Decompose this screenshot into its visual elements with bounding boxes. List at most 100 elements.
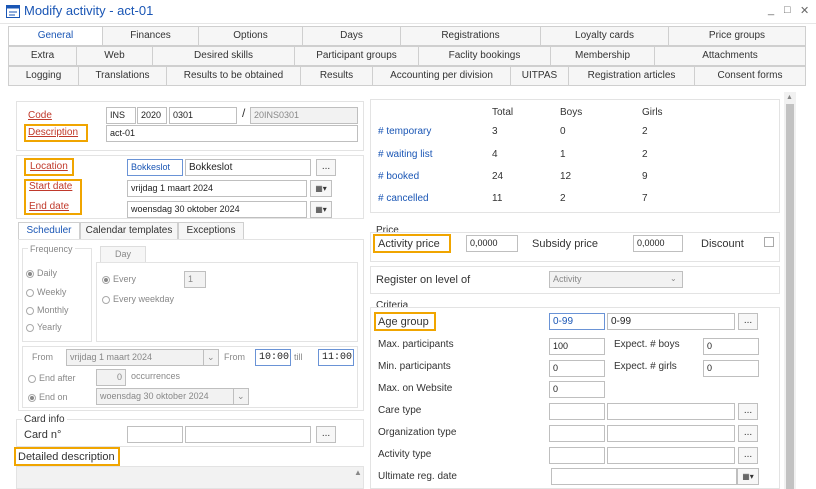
editor-scroll-up-icon[interactable]: ▲ [354, 468, 362, 477]
age-group-browse-button[interactable]: ... [738, 313, 758, 330]
tab-membership[interactable]: Membership [550, 46, 654, 66]
ultimate-reg-date-calendar-icon[interactable]: ▦▾ [737, 468, 759, 485]
tab-calendar-templates[interactable]: Calendar templates [80, 222, 178, 239]
expect-girls-input[interactable]: 0 [703, 360, 759, 377]
location-label: Location [30, 161, 68, 172]
age-group-name-input[interactable]: 0-99 [607, 313, 735, 330]
end-on-radio[interactable]: End on [28, 392, 68, 402]
start-date-input[interactable]: vrijdag 1 maart 2024 [127, 180, 307, 197]
range-from-date-input[interactable]: vrijdag 1 maart 2024 [66, 349, 204, 366]
tab-options[interactable]: Options [198, 26, 302, 46]
every-radio[interactable]: Every [102, 274, 136, 284]
stats-header-girls: Girls [642, 107, 663, 118]
tab-uitpas[interactable]: UITPAS [510, 66, 568, 86]
activity-type-label: Activity type [378, 449, 432, 460]
tab-row-3: Logging Translations Results to be obtai… [8, 66, 806, 86]
tab-extra[interactable]: Extra [8, 46, 76, 66]
end-on-date-input[interactable]: woensdag 30 oktober 2024 [96, 388, 234, 405]
close-button[interactable]: ✕ [800, 4, 809, 17]
end-on-dropdown-icon[interactable]: ⌄ [233, 388, 249, 405]
freq-monthly[interactable]: Monthly [26, 305, 69, 315]
tab-results[interactable]: Results [300, 66, 372, 86]
tab-translations[interactable]: Translations [78, 66, 166, 86]
subsidy-price-input[interactable]: 0,0000 [633, 235, 683, 252]
code-year-input[interactable]: 2020 [137, 107, 167, 124]
end-after-radio[interactable]: End after [28, 373, 76, 383]
tab-results-to-be-obtained[interactable]: Results to be obtained [166, 66, 300, 86]
stats-row-boys: 12 [560, 171, 572, 182]
organization-type-code-input[interactable] [549, 425, 605, 442]
tab-day[interactable]: Day [100, 246, 146, 262]
tab-consent-forms[interactable]: Consent forms [694, 66, 806, 86]
tab-finances[interactable]: Finances [102, 26, 198, 46]
min-participants-input[interactable]: 0 [549, 360, 605, 377]
activity-price-input[interactable]: 0,0000 [466, 235, 518, 252]
location-browse-button[interactable]: ... [316, 159, 336, 176]
end-date-calendar-icon[interactable]: ▦▾ [310, 201, 332, 218]
freq-daily[interactable]: Daily [26, 268, 57, 278]
range-from-dropdown-icon[interactable]: ⌄ [203, 349, 219, 366]
tab-attachments[interactable]: Attachments [654, 46, 806, 66]
scrollbar-thumb[interactable] [786, 104, 794, 489]
location-code-input[interactable]: Bokkeslot [127, 159, 183, 176]
description-input[interactable]: act-01 [106, 125, 358, 142]
stats-row-total: 4 [492, 149, 498, 160]
time-from-input[interactable]: 10:00 [255, 349, 291, 366]
code-number-input[interactable]: 0301 [169, 107, 237, 124]
max-participants-input[interactable]: 100 [549, 338, 605, 355]
location-name-input[interactable]: Bokkeslot [185, 159, 311, 176]
detailed-description-label: Detailed description [18, 451, 115, 463]
tab-web[interactable]: Web [76, 46, 152, 66]
activity-type-code-input[interactable] [549, 447, 605, 464]
card-browse-button[interactable]: ... [316, 426, 336, 443]
card-name-input[interactable] [185, 426, 311, 443]
code-separator: / [242, 106, 246, 120]
expect-boys-input[interactable]: 0 [703, 338, 759, 355]
maximize-button[interactable]: □ [784, 4, 791, 16]
freq-weekly[interactable]: Weekly [26, 287, 66, 297]
tab-logging[interactable]: Logging [8, 66, 78, 86]
discount-checkbox[interactable] [764, 237, 774, 247]
stats-row-girls: 2 [642, 126, 648, 137]
tab-desired-skills[interactable]: Desired skills [152, 46, 294, 66]
card-info-title: Card info [22, 414, 67, 425]
tab-registrations[interactable]: Registrations [400, 26, 540, 46]
code-prefix-input[interactable]: INS [106, 107, 136, 124]
card-code-input[interactable] [127, 426, 183, 443]
tab-participant-groups[interactable]: Participant groups [294, 46, 418, 66]
care-type-browse-button[interactable]: ... [738, 403, 758, 420]
organization-type-browse-button[interactable]: ... [738, 425, 758, 442]
time-till-input[interactable]: 11:00 [318, 349, 354, 366]
tab-scheduler[interactable]: Scheduler [18, 222, 80, 239]
tab-price-groups[interactable]: Price groups [668, 26, 806, 46]
care-type-code-input[interactable] [549, 403, 605, 420]
tab-days[interactable]: Days [302, 26, 400, 46]
card-number-label: Card n° [24, 429, 62, 441]
register-dropdown-icon[interactable]: ⌄ [670, 274, 677, 283]
every-value-input[interactable]: 1 [184, 271, 206, 288]
tab-registration-articles[interactable]: Registration articles [568, 66, 694, 86]
start-date-calendar-icon[interactable]: ▦▾ [310, 180, 332, 197]
activity-type-browse-button[interactable]: ... [738, 447, 758, 464]
age-group-code-input[interactable]: 0-99 [549, 313, 605, 330]
tab-exceptions[interactable]: Exceptions [178, 222, 244, 239]
tab-loyalty-cards[interactable]: Loyalty cards [540, 26, 668, 46]
every-weekday-radio[interactable]: Every weekday [102, 294, 174, 304]
care-type-name-input[interactable] [607, 403, 735, 420]
end-date-input[interactable]: woensdag 30 oktober 2024 [127, 201, 307, 218]
activity-type-name-input[interactable] [607, 447, 735, 464]
freq-yearly[interactable]: Yearly [26, 322, 62, 332]
scroll-up-icon[interactable]: ▲ [786, 94, 793, 101]
tab-facility-bookings[interactable]: Faclity bookings [418, 46, 550, 66]
occurrences-input[interactable]: 0 [96, 369, 126, 386]
tab-general[interactable]: General [8, 26, 102, 46]
organization-type-name-input[interactable] [607, 425, 735, 442]
minimize-button[interactable]: _ [768, 4, 774, 16]
detailed-description-editor[interactable] [16, 466, 364, 489]
ultimate-reg-date-input[interactable] [551, 468, 737, 485]
tab-accounting-per-division[interactable]: Accounting per division [372, 66, 510, 86]
radio-end-on-icon [28, 393, 36, 402]
max-website-input[interactable]: 0 [549, 381, 605, 398]
register-level-select[interactable]: Activity [549, 271, 683, 288]
stats-row-girls: 2 [642, 149, 648, 160]
